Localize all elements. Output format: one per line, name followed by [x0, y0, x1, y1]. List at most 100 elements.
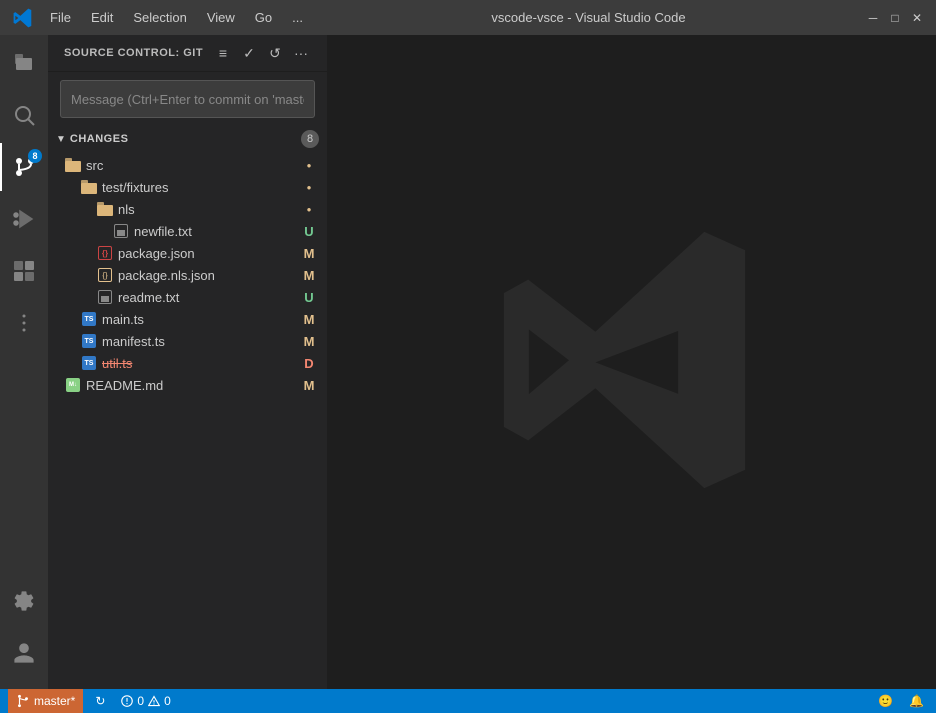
- menu-view[interactable]: View: [199, 8, 243, 27]
- error-icon: [121, 695, 133, 707]
- debug-icon: [12, 207, 36, 231]
- list-item[interactable]: TS util.ts D: [48, 352, 327, 374]
- file-name: util.ts: [102, 356, 299, 371]
- menu-go[interactable]: Go: [247, 8, 280, 27]
- activity-bar-bottom: [0, 577, 48, 689]
- file-status: M: [299, 312, 319, 327]
- minimize-button[interactable]: ─: [866, 11, 880, 25]
- activity-item-search[interactable]: [0, 91, 48, 139]
- menu-edit[interactable]: Edit: [83, 8, 121, 27]
- file-status: M: [299, 246, 319, 261]
- file-status: D: [299, 356, 319, 371]
- list-item[interactable]: {} package.nls.json M: [48, 264, 327, 286]
- activity-item-more[interactable]: [0, 299, 48, 347]
- statusbar-branch[interactable]: master*: [8, 689, 83, 713]
- menu-file[interactable]: File: [42, 8, 79, 27]
- list-item[interactable]: test/fixtures ●: [48, 176, 327, 198]
- list-item[interactable]: nls ●: [48, 198, 327, 220]
- activity-item-explorer[interactable]: [0, 39, 48, 87]
- list-item[interactable]: src ●: [48, 154, 327, 176]
- file-name: README.md: [86, 378, 299, 393]
- changes-count: 8: [301, 130, 319, 148]
- more-icon: [12, 311, 36, 335]
- activity-bar-top: 8: [0, 39, 48, 577]
- warning-icon: [148, 695, 160, 707]
- main-area: 8: [0, 35, 936, 689]
- commit-button[interactable]: ✓: [239, 43, 259, 63]
- md-file-icon: M↓: [64, 376, 82, 394]
- changes-header[interactable]: ▼ CHANGES 8: [48, 126, 327, 152]
- activity-item-extensions[interactable]: [0, 247, 48, 295]
- folder-icon: [64, 156, 82, 174]
- branch-name: master*: [34, 694, 75, 708]
- maximize-button[interactable]: □: [888, 11, 902, 25]
- file-status: U: [299, 290, 319, 305]
- folder-icon: [80, 178, 98, 196]
- stage-all-button[interactable]: ≡: [213, 43, 233, 63]
- file-name: test/fixtures: [102, 180, 299, 195]
- list-item[interactable]: TS manifest.ts M: [48, 330, 327, 352]
- file-name: package.nls.json: [118, 268, 299, 283]
- folder-icon: [96, 200, 114, 218]
- activity-bar: 8: [0, 35, 48, 689]
- panel-header: SOURCE CONTROL: GIT ≡ ✓ ↺ ···: [48, 35, 327, 72]
- sync-icon: ↻: [95, 694, 105, 708]
- ts-file-icon: TS: [80, 310, 98, 328]
- account-icon: [12, 641, 36, 665]
- activity-item-settings[interactable]: [0, 577, 48, 625]
- txt-file-icon: [96, 288, 114, 306]
- window-controls: ─ □ ✕: [866, 11, 924, 25]
- statusbar-errors[interactable]: 0 0: [117, 689, 174, 713]
- commit-message-input[interactable]: [60, 80, 315, 118]
- settings-icon: [12, 589, 36, 613]
- list-item[interactable]: newfile.txt U: [48, 220, 327, 242]
- source-control-panel: SOURCE CONTROL: GIT ≡ ✓ ↺ ··· ▼ CHANGES …: [48, 35, 328, 689]
- explorer-icon: [12, 51, 36, 75]
- close-button[interactable]: ✕: [910, 11, 924, 25]
- activity-item-source-control[interactable]: 8: [0, 143, 48, 191]
- json-file-icon: {}: [96, 244, 114, 262]
- changes-section: ▼ CHANGES 8 src ●: [48, 126, 327, 689]
- menu-more[interactable]: ...: [284, 8, 311, 27]
- chevron-down-icon: ▼: [56, 134, 66, 145]
- file-name: newfile.txt: [134, 224, 299, 239]
- list-item[interactable]: M↓ README.md M: [48, 374, 327, 396]
- menu-selection[interactable]: Selection: [125, 8, 194, 27]
- ts-file-icon: TS: [80, 354, 98, 372]
- statusbar-notifications[interactable]: 🔔: [905, 689, 928, 713]
- window-title: vscode-vsce - Visual Studio Code: [311, 10, 866, 25]
- file-name: manifest.ts: [102, 334, 299, 349]
- vscode-logo: [12, 7, 34, 29]
- error-count: 0: [137, 694, 144, 708]
- file-status: M: [299, 334, 319, 349]
- file-status: U: [299, 224, 319, 239]
- app-container: File Edit Selection View Go ... vscode-v…: [0, 0, 936, 713]
- extensions-icon: [12, 259, 36, 283]
- file-status: ●: [299, 205, 319, 214]
- list-item[interactable]: {} package.json M: [48, 242, 327, 264]
- list-item[interactable]: TS main.ts M: [48, 308, 327, 330]
- txt-file-icon: [112, 222, 130, 240]
- statusbar-right: 🙂 🔔: [874, 689, 928, 713]
- file-status: ●: [299, 161, 319, 170]
- list-item[interactable]: readme.txt U: [48, 286, 327, 308]
- statusbar-sync[interactable]: ↻: [91, 689, 109, 713]
- file-name: src: [86, 158, 299, 173]
- refresh-button[interactable]: ↺: [265, 43, 285, 63]
- search-icon: [12, 103, 36, 127]
- statusbar-feedback[interactable]: 🙂: [874, 689, 897, 713]
- ts-file-icon: TS: [80, 332, 98, 350]
- panel-actions: ≡ ✓ ↺ ···: [213, 43, 311, 63]
- source-control-badge: 8: [28, 149, 42, 163]
- file-status: ●: [299, 183, 319, 192]
- titlebar: File Edit Selection View Go ... vscode-v…: [0, 0, 936, 35]
- activity-item-account[interactable]: [0, 629, 48, 677]
- editor-area: [328, 35, 936, 689]
- more-actions-button[interactable]: ···: [291, 43, 311, 63]
- file-name: nls: [118, 202, 299, 217]
- file-name: package.json: [118, 246, 299, 261]
- panel-title: SOURCE CONTROL: GIT: [64, 47, 203, 59]
- file-tree: src ● test/fixtures ●: [48, 152, 327, 398]
- activity-item-debug[interactable]: [0, 195, 48, 243]
- vscode-watermark: [482, 210, 782, 515]
